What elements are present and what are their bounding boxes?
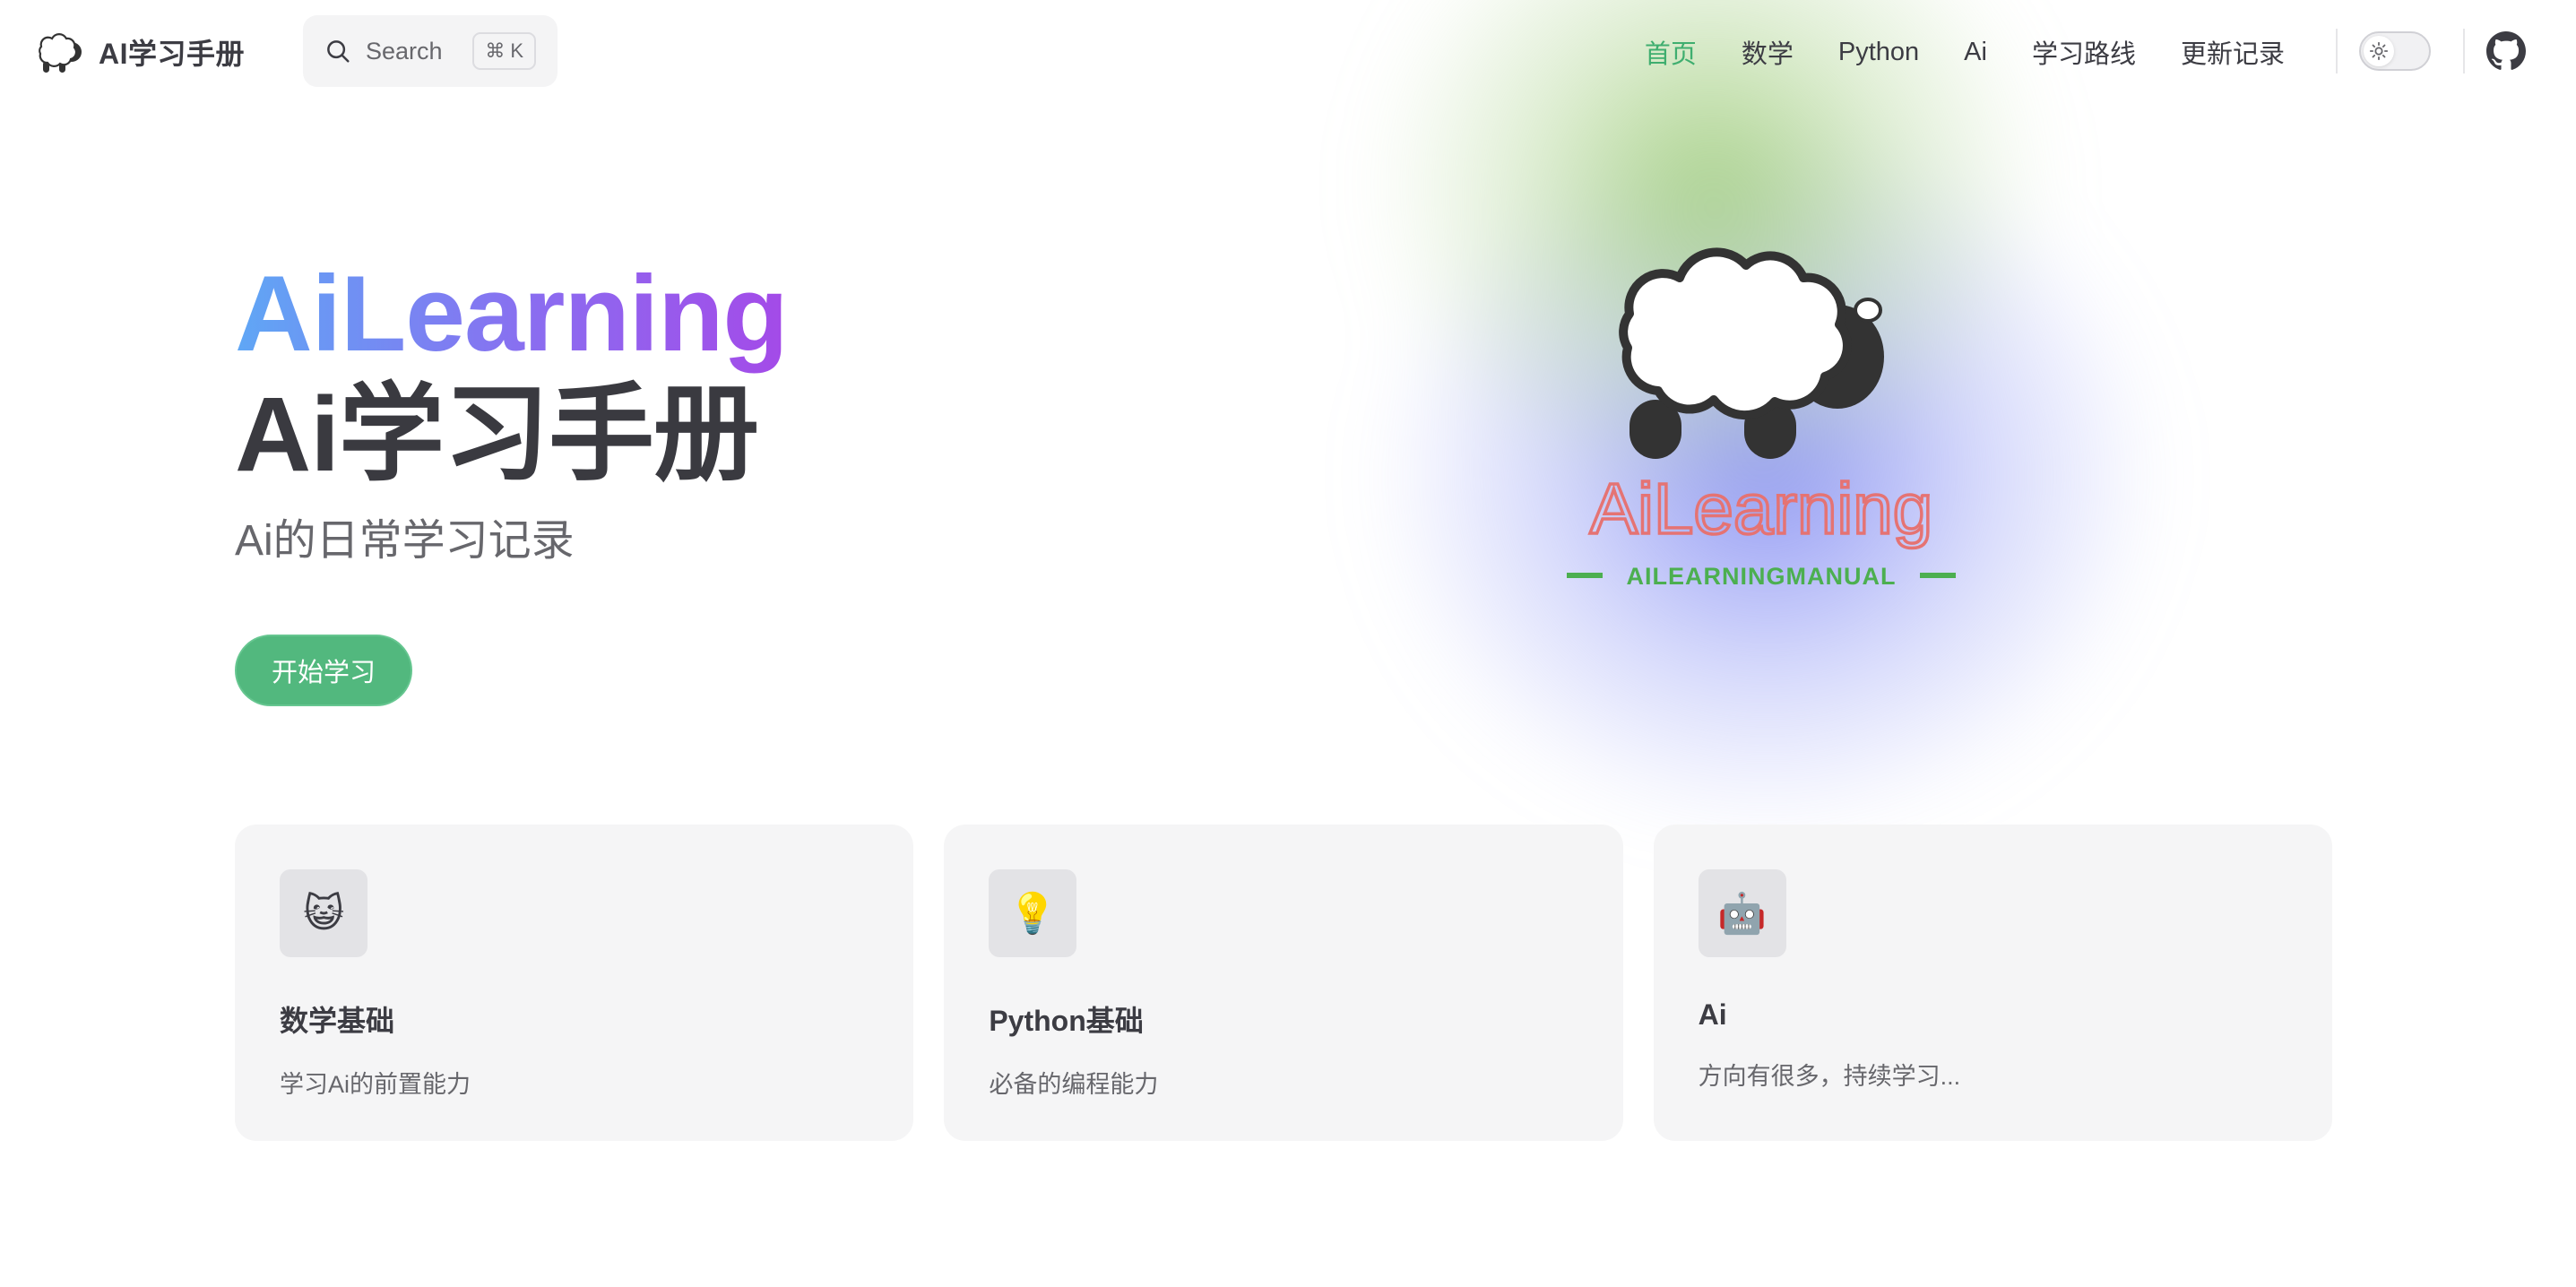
- nav-link-roadmap[interactable]: 学习路线: [2010, 33, 2158, 71]
- search-label: Search: [366, 37, 443, 65]
- feature-title: Python基础: [989, 1005, 1144, 1037]
- search-button[interactable]: Search ⌘ K: [303, 15, 558, 87]
- nav-link-home[interactable]: 首页: [1622, 33, 1719, 71]
- hero-tagline: Ai的日常学习记录: [235, 517, 575, 565]
- sun-icon: [2369, 41, 2389, 61]
- hero-name: AiLearning: [235, 251, 789, 376]
- theme-toggle-knob: [2364, 36, 2394, 66]
- feature-title: Ai: [1698, 998, 1727, 1031]
- feature-details: 方向有很多，持续学习...: [1698, 1063, 1961, 1090]
- cat-face-icon: 😺: [280, 869, 367, 957]
- light-bulb-icon: 💡: [989, 869, 1077, 957]
- theme-toggle[interactable]: [2359, 31, 2431, 71]
- shortcut-key: K: [510, 39, 523, 62]
- nav-link-math[interactable]: 数学: [1719, 33, 1816, 71]
- feature-title: 数学基础: [280, 1005, 395, 1037]
- hero-logo-subtext: AILEARNINGMANUAL: [1627, 563, 1897, 590]
- hero-title: Ai学习手册: [235, 376, 759, 494]
- hero-text: AiLearning Ai学习手册 Ai的日常学习记录: [235, 251, 789, 577]
- search-icon: [327, 40, 350, 63]
- nav-link-changelog[interactable]: 更新记录: [2158, 33, 2307, 71]
- hero-logo-text: AiLearning: [1590, 469, 1933, 548]
- top-nav: AI学习手册 Search ⌘ K 首页 数学 Python Ai 学习路线 更…: [0, 0, 2576, 106]
- feature-card-python[interactable]: 💡 Python基础 必备的编程能力: [944, 825, 1623, 1141]
- nav-divider: [2336, 29, 2338, 73]
- brand-name: AI学习手册: [99, 38, 246, 70]
- start-learning-button[interactable]: 开始学习: [235, 635, 412, 706]
- sheep-icon: [1619, 247, 1884, 459]
- feature-details: 学习Ai的前置能力: [280, 1071, 471, 1098]
- github-icon[interactable]: [2486, 31, 2526, 71]
- robot-icon: 🤖: [1698, 869, 1786, 957]
- sheep-logo-icon: [39, 33, 82, 73]
- nav-link-ai[interactable]: Ai: [1941, 38, 2010, 67]
- nav-links: 首页 数学 Python Ai 学习路线 更新记录: [1622, 25, 2307, 79]
- nav-link-python[interactable]: Python: [1816, 38, 1941, 67]
- features-grid: 😺 数学基础 学习Ai的前置能力 💡 Python基础 必备的编程能力 🤖 Ai…: [235, 825, 2332, 1141]
- brand-link[interactable]: AI学习手册: [30, 27, 245, 77]
- nav-divider: [2463, 29, 2465, 73]
- search-shortcut-badge: ⌘ K: [472, 32, 536, 70]
- command-key-icon: ⌘: [485, 39, 506, 62]
- feature-details: 必备的编程能力: [989, 1071, 1159, 1098]
- feature-card-math[interactable]: 😺 数学基础 学习Ai的前置能力: [235, 825, 914, 1141]
- hero-logo-image: AiLearning AILEARNINGMANUAL: [1567, 247, 1956, 590]
- feature-card-ai[interactable]: 🤖 Ai 方向有很多，持续学习...: [1653, 825, 2332, 1141]
